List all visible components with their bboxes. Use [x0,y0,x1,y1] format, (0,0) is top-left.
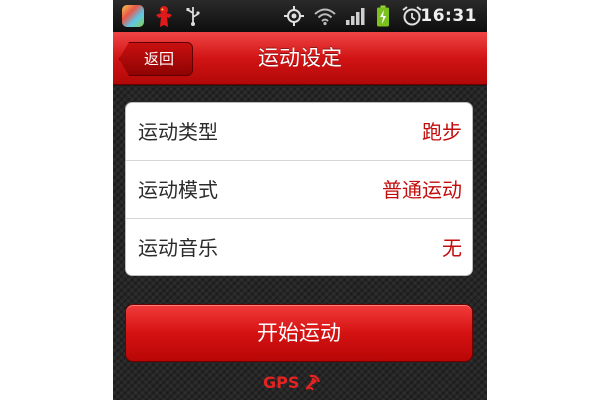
title-bar: 返回 运动设定 [113,32,487,85]
gps-indicator: GPS [263,370,323,394]
gps-location-icon [283,0,305,32]
gps-signal-icon [303,372,323,392]
setting-row-sport-music[interactable]: 运动音乐 无 [126,219,472,275]
setting-label: 运动模式 [138,178,218,202]
status-clock: 16:31 [420,6,477,26]
back-button[interactable]: 返回 [119,42,193,76]
setting-row-sport-mode[interactable]: 运动模式 普通运动 [126,161,472,219]
start-exercise-button[interactable]: 开始运动 [125,304,473,362]
setting-value: 无 [442,236,462,260]
status-bar: 16:31 [113,0,487,32]
setting-row-sport-type[interactable]: 运动类型 跑步 [126,103,472,161]
setting-value: 跑步 [422,120,462,144]
page-title: 运动设定 [258,46,342,70]
setting-label: 运动类型 [138,120,218,144]
battery-charging-icon [376,0,390,32]
colorful-app-icon [122,5,144,27]
settings-list: 运动类型 跑步 运动模式 普通运动 运动音乐 无 [125,102,473,276]
wifi-icon [313,0,337,32]
red-figure-app-icon [151,5,173,27]
usb-icon [185,5,207,27]
setting-value: 普通运动 [382,178,462,202]
signal-bars-icon [345,0,367,32]
gps-label: GPS [263,372,300,392]
phone-screen: 16:31 返回 运动设定 运动类型 跑步 运动模式 普通运动 运动音乐 无 开… [113,0,487,400]
setting-label: 运动音乐 [138,236,218,260]
main-content: 运动类型 跑步 运动模式 普通运动 运动音乐 无 开始运动 GPS [113,86,487,400]
